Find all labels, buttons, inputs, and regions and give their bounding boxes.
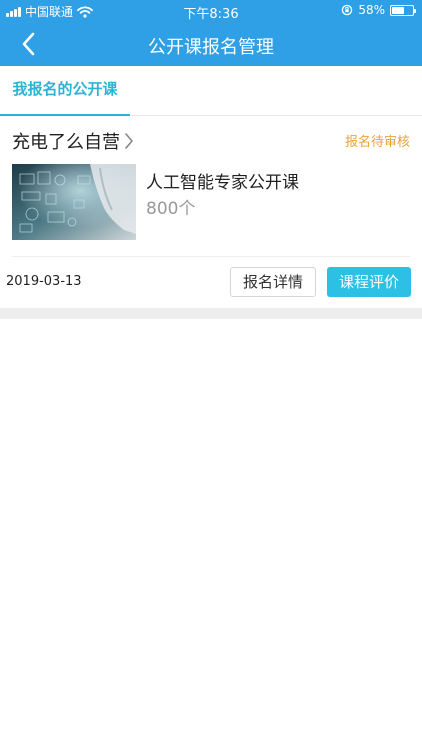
enrollment-detail-button[interactable]: 报名详情 (230, 267, 316, 297)
course-title[interactable]: 人工智能专家公开课 (146, 168, 299, 193)
enrollment-card: 充电了么自营 报名待审核 人工智能专家公开课 800个 2019-03-13 报… (0, 116, 422, 308)
enrollment-status: 报名待审核 (344, 135, 410, 150)
status-bar: 中国联通 下午8:36 58% (0, 0, 422, 22)
page-title: 公开课报名管理 (148, 37, 274, 58)
course-review-button[interactable]: 课程评价 (327, 267, 411, 297)
battery-icon (390, 4, 416, 16)
store-name: 充电了么自营 (12, 132, 120, 153)
divider (12, 256, 410, 257)
nav-bar: 公开课报名管理 (0, 22, 422, 66)
store-link[interactable]: 充电了么自营 (12, 128, 134, 154)
section-separator (0, 308, 422, 319)
tab-label: 我报名的公开课 (12, 80, 118, 98)
battery-fill (392, 6, 404, 14)
enrollment-date: 2019-03-13 (6, 274, 82, 289)
course-thumbnail-image (12, 164, 136, 240)
course-thumbnail[interactable] (12, 164, 136, 240)
course-count: 800个 (146, 199, 196, 219)
orientation-lock-icon (342, 4, 353, 16)
tab-bar: 我报名的公开课 (0, 66, 422, 117)
tab-my-enrolled-courses[interactable]: 我报名的公开课 (0, 66, 130, 117)
battery-percent: 58% (358, 3, 385, 17)
chevron-right-icon (125, 133, 133, 149)
status-bar-right: 58% (341, 3, 416, 17)
